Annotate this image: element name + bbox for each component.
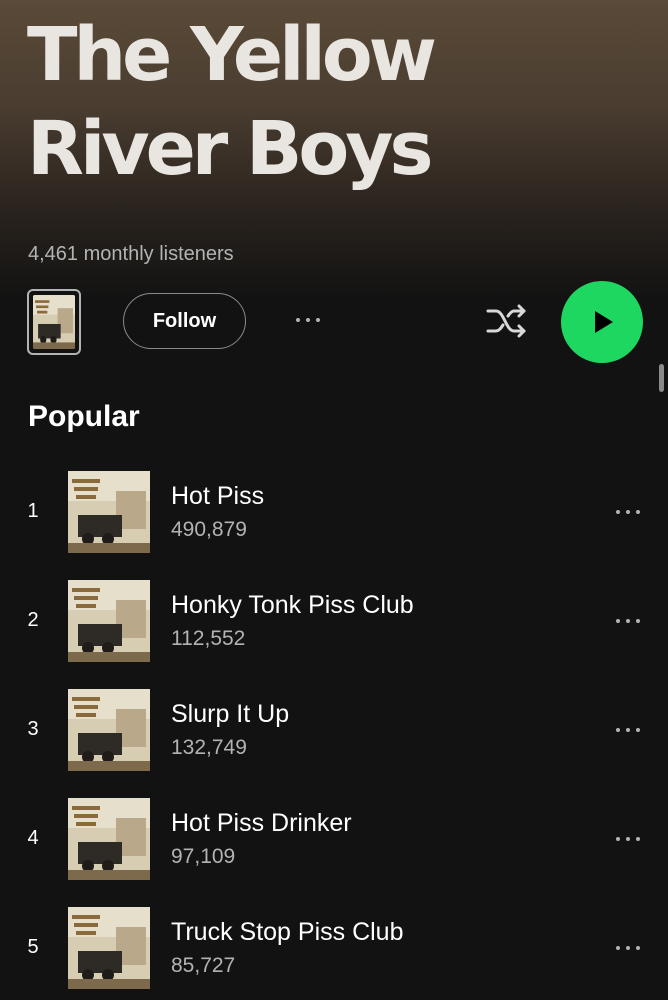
- scrollbar[interactable]: [659, 364, 664, 392]
- artist-cover-thumbnail[interactable]: [27, 289, 81, 355]
- dot: [616, 510, 620, 514]
- artist-name-line-2: River Boys: [27, 106, 434, 192]
- track-title: Honky Tonk Piss Club: [171, 591, 414, 619]
- dot: [616, 728, 620, 732]
- dot: [636, 946, 640, 950]
- shuffle-icon[interactable]: [484, 300, 530, 342]
- album-art-image: [33, 295, 75, 349]
- track-play-count: 85,727: [171, 954, 236, 977]
- dot: [626, 510, 630, 514]
- track-rank: 1: [27, 500, 39, 522]
- track-play-count: 490,879: [171, 518, 247, 541]
- popular-track-list: 1 Hot Piss 490,879 2 Honky Tonk Piss Clu…: [0, 470, 668, 1000]
- track-more-options-icon[interactable]: [608, 500, 648, 524]
- artist-name: The Yellow River Boys: [27, 8, 627, 196]
- track-title: Slurp It Up: [171, 700, 290, 728]
- track-album-art: [68, 580, 150, 662]
- monthly-listeners: 4,461 monthly listeners: [28, 243, 234, 265]
- track-more-options-icon[interactable]: [608, 827, 648, 851]
- track-more-options-icon[interactable]: [608, 609, 648, 633]
- track-play-count: 112,552: [171, 627, 246, 650]
- track-row[interactable]: 1 Hot Piss 490,879: [0, 470, 668, 579]
- track-title: Hot Piss Drinker: [171, 809, 352, 837]
- dot: [626, 837, 630, 841]
- dot: [616, 837, 620, 841]
- track-row[interactable]: 3 Slurp It Up 132,749: [0, 688, 668, 797]
- dot: [616, 946, 620, 950]
- dot: [626, 946, 630, 950]
- track-rank: 4: [27, 827, 39, 849]
- dot: [636, 837, 640, 841]
- track-play-count: 132,749: [171, 736, 247, 759]
- dot: [636, 728, 640, 732]
- play-button[interactable]: [561, 281, 643, 363]
- track-play-count: 97,109: [171, 845, 236, 868]
- dot: [636, 619, 640, 623]
- dot: [316, 318, 320, 322]
- track-more-options-icon[interactable]: [608, 718, 648, 742]
- dot: [636, 510, 640, 514]
- track-album-art: [68, 689, 150, 771]
- dot: [616, 619, 620, 623]
- track-album-art: [68, 907, 150, 989]
- track-row[interactable]: 2 Honky Tonk Piss Club 112,552: [0, 579, 668, 688]
- dot: [626, 728, 630, 732]
- artist-controls: Follow: [0, 280, 668, 364]
- dot: [296, 318, 300, 322]
- dot: [306, 318, 310, 322]
- track-rank: 3: [27, 718, 39, 740]
- follow-button[interactable]: Follow: [123, 293, 246, 349]
- track-rank: 5: [27, 936, 39, 958]
- more-options-icon[interactable]: [286, 305, 330, 335]
- artist-name-line-1: The Yellow: [27, 12, 437, 98]
- track-row[interactable]: 4 Hot Piss Drinker 97,109: [0, 797, 668, 906]
- popular-section-title: Popular: [28, 400, 140, 433]
- track-row[interactable]: 5 Truck Stop Piss Club 85,727: [0, 906, 668, 1000]
- track-album-art: [68, 471, 150, 553]
- track-title: Truck Stop Piss Club: [171, 918, 404, 946]
- play-icon: [595, 311, 613, 333]
- track-more-options-icon[interactable]: [608, 936, 648, 960]
- dot: [626, 619, 630, 623]
- track-rank: 2: [27, 609, 39, 631]
- track-album-art: [68, 798, 150, 880]
- track-title: Hot Piss: [171, 482, 265, 510]
